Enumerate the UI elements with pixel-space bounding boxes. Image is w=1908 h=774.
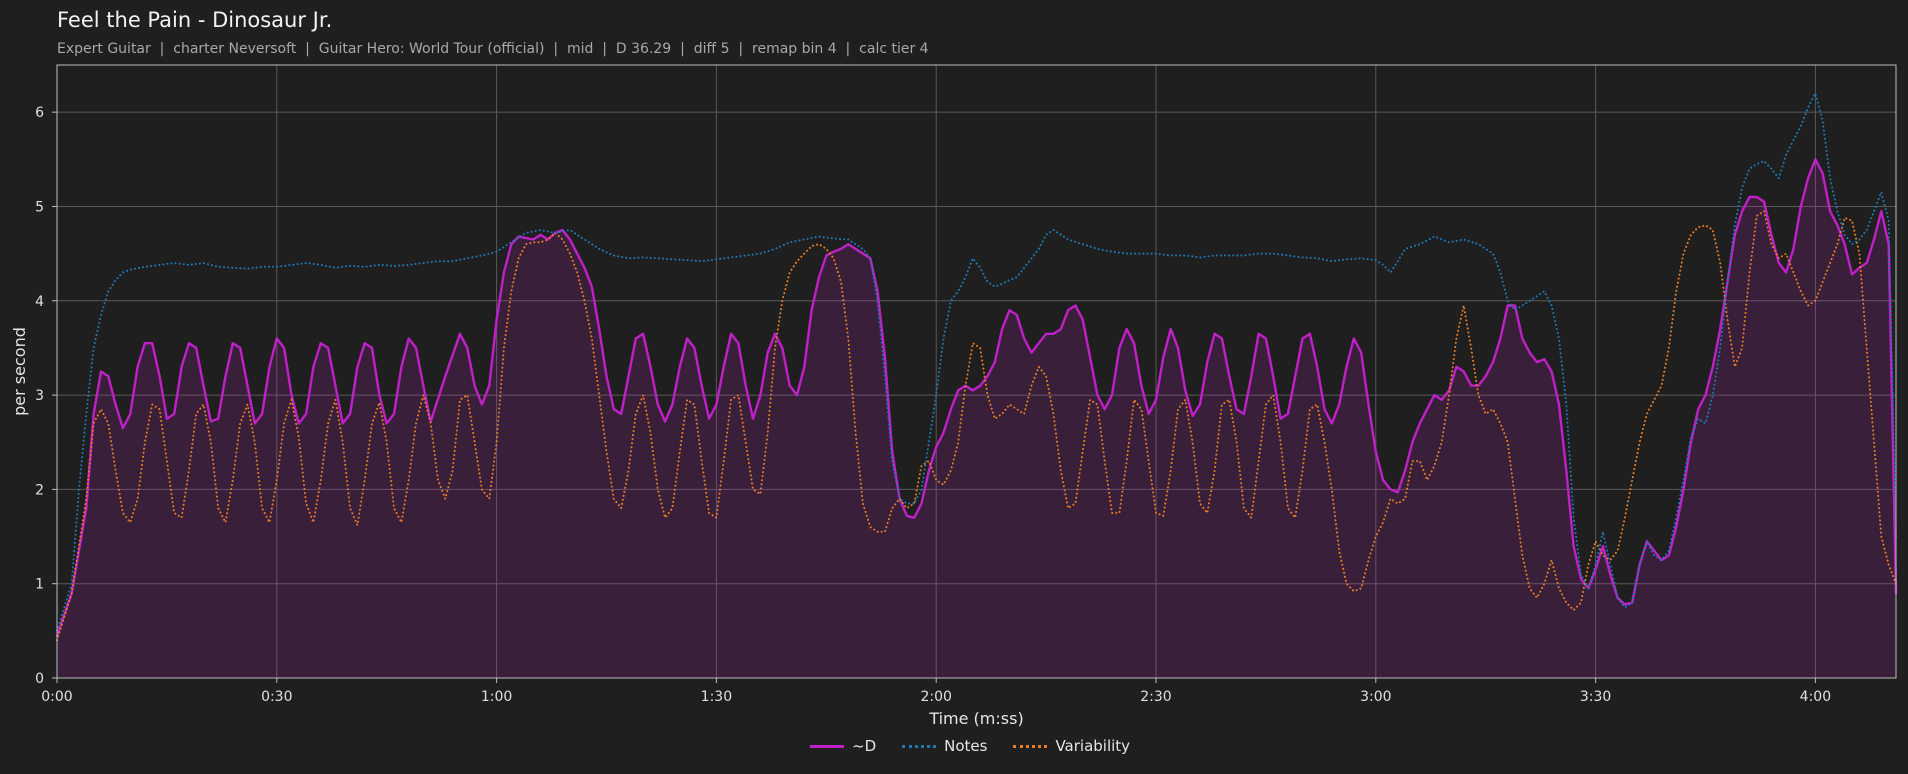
legend-swatch-variability (1013, 744, 1048, 748)
x-tick-label: 3:30 (1580, 689, 1611, 705)
x-tick-label: 4:00 (1800, 689, 1831, 705)
y-tick-label: 6 (35, 105, 44, 121)
chart: 0:00 0:30 1:00 1:30 2:00 2:30 3:00 3:30 4:00 0 1 2… (10, 64, 1898, 728)
legend-label-d: ~D (852, 737, 877, 755)
y-tick-label: 4 (35, 294, 44, 310)
x-axis: 0:00 0:30 1:00 1:30 2:00 2:30 3:00 3:30 4:00 (41, 678, 1831, 705)
legend-item-d: ~D (810, 737, 876, 755)
x-tick-label: 0:00 (41, 689, 72, 705)
legend-swatch-d (810, 744, 844, 748)
y-tick-label: 3 (35, 388, 44, 404)
x-tick-label: 2:30 (1140, 689, 1171, 705)
x-tick-label: 2:00 (920, 689, 951, 705)
legend-label-variability: Variability (1055, 737, 1131, 755)
x-tick-label: 1:00 (481, 689, 512, 705)
y-tick-label: 2 (35, 482, 44, 498)
x-tick-label: 1:30 (701, 689, 732, 705)
legend-item-notes: Notes (902, 737, 987, 755)
legend: ~D Notes Variability (810, 737, 1130, 755)
legend-item-variability: Variability (1013, 737, 1130, 755)
y-tick-label: 5 (35, 199, 44, 215)
x-axis-label: Time (m:ss) (928, 709, 1023, 728)
x-tick-label: 0:30 (261, 689, 292, 705)
x-tick-label: 3:00 (1360, 689, 1391, 705)
legend-swatch-notes (902, 744, 937, 748)
y-tick-label: 0 (35, 671, 44, 687)
y-axis-label: per second (10, 327, 29, 416)
y-tick-label: 1 (35, 577, 44, 593)
legend-label-notes: Notes (944, 737, 988, 755)
y-axis: 0 1 2 3 4 5 6 (35, 105, 57, 687)
